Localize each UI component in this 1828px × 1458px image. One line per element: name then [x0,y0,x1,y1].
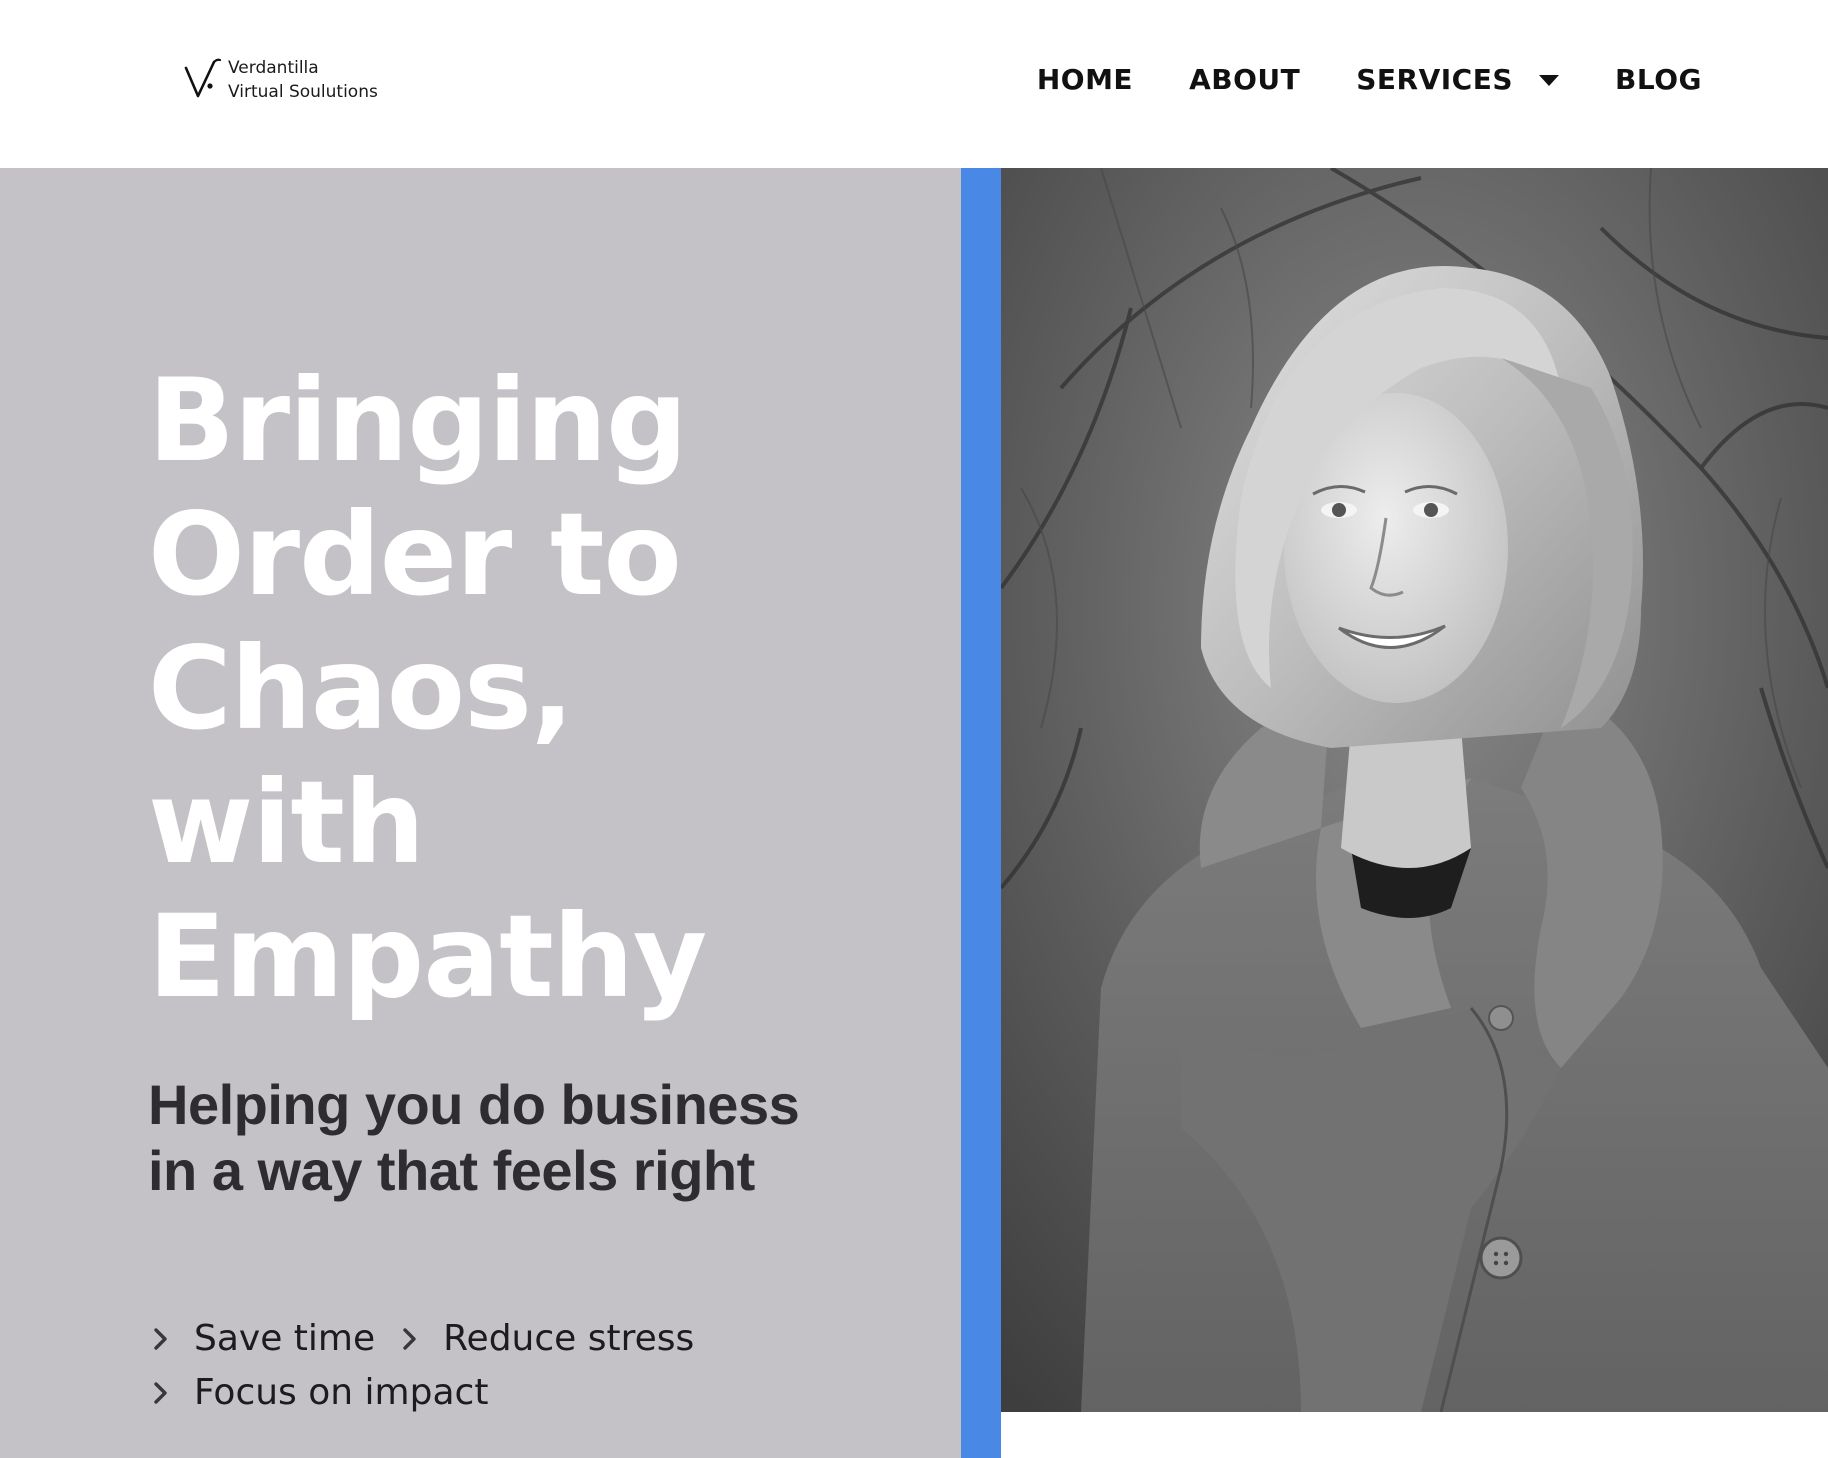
benefit-list: Save time Reduce stress Focus on impact [148,1312,868,1420]
logo-line-2: Virtual Soulutions [228,82,378,102]
logo-text: Verdantilla Virtual Soulutions [228,56,378,104]
nav-home[interactable]: HOME [1037,63,1133,96]
headline-line-3: Chaos, [148,622,574,755]
nav-about[interactable]: ABOUT [1189,63,1300,96]
headline-line-5: Empathy [148,890,707,1023]
chevron-right-icon [154,1382,167,1404]
headline-line-4: with [148,756,425,889]
nav-services[interactable]: SERVICES [1356,62,1560,96]
benefit-item: Focus on impact [148,1366,488,1420]
chevron-right-icon [154,1328,167,1350]
benefit-item: Reduce stress [397,1312,694,1366]
logo-link[interactable]: Verdantilla Virtual Soulutions [184,56,378,104]
hero-headline: Bringing Order to Chaos, with Empathy [148,354,908,1024]
accent-bar [961,168,1001,1458]
portrait-photo-icon [1001,168,1828,1412]
chevron-right-icon [403,1328,416,1350]
headline-line-2: Order to [148,488,682,621]
logo-v-icon [184,58,222,98]
hero-subheadline: Helping you do business in a way that fe… [148,1073,800,1202]
headline-line-1: Bringing [148,354,688,487]
hero-text-panel: Bringing Order to Chaos, with Empathy He… [0,168,961,1458]
benefit-label: Reduce stress [443,1318,695,1359]
nav-services-label: SERVICES [1356,62,1514,96]
logo-line-1: Verdantilla [228,58,319,78]
main-nav: HOME ABOUT SERVICES BLOG [1037,58,1702,100]
benefit-label: Focus on impact [194,1372,489,1413]
site-header: Verdantilla Virtual Soulutions HOME ABOU… [0,0,1828,168]
caret-down-icon[interactable] [1539,75,1560,86]
benefit-label: Save time [194,1318,376,1359]
nav-blog[interactable]: BLOG [1615,63,1702,96]
benefit-item: Save time [148,1312,375,1366]
